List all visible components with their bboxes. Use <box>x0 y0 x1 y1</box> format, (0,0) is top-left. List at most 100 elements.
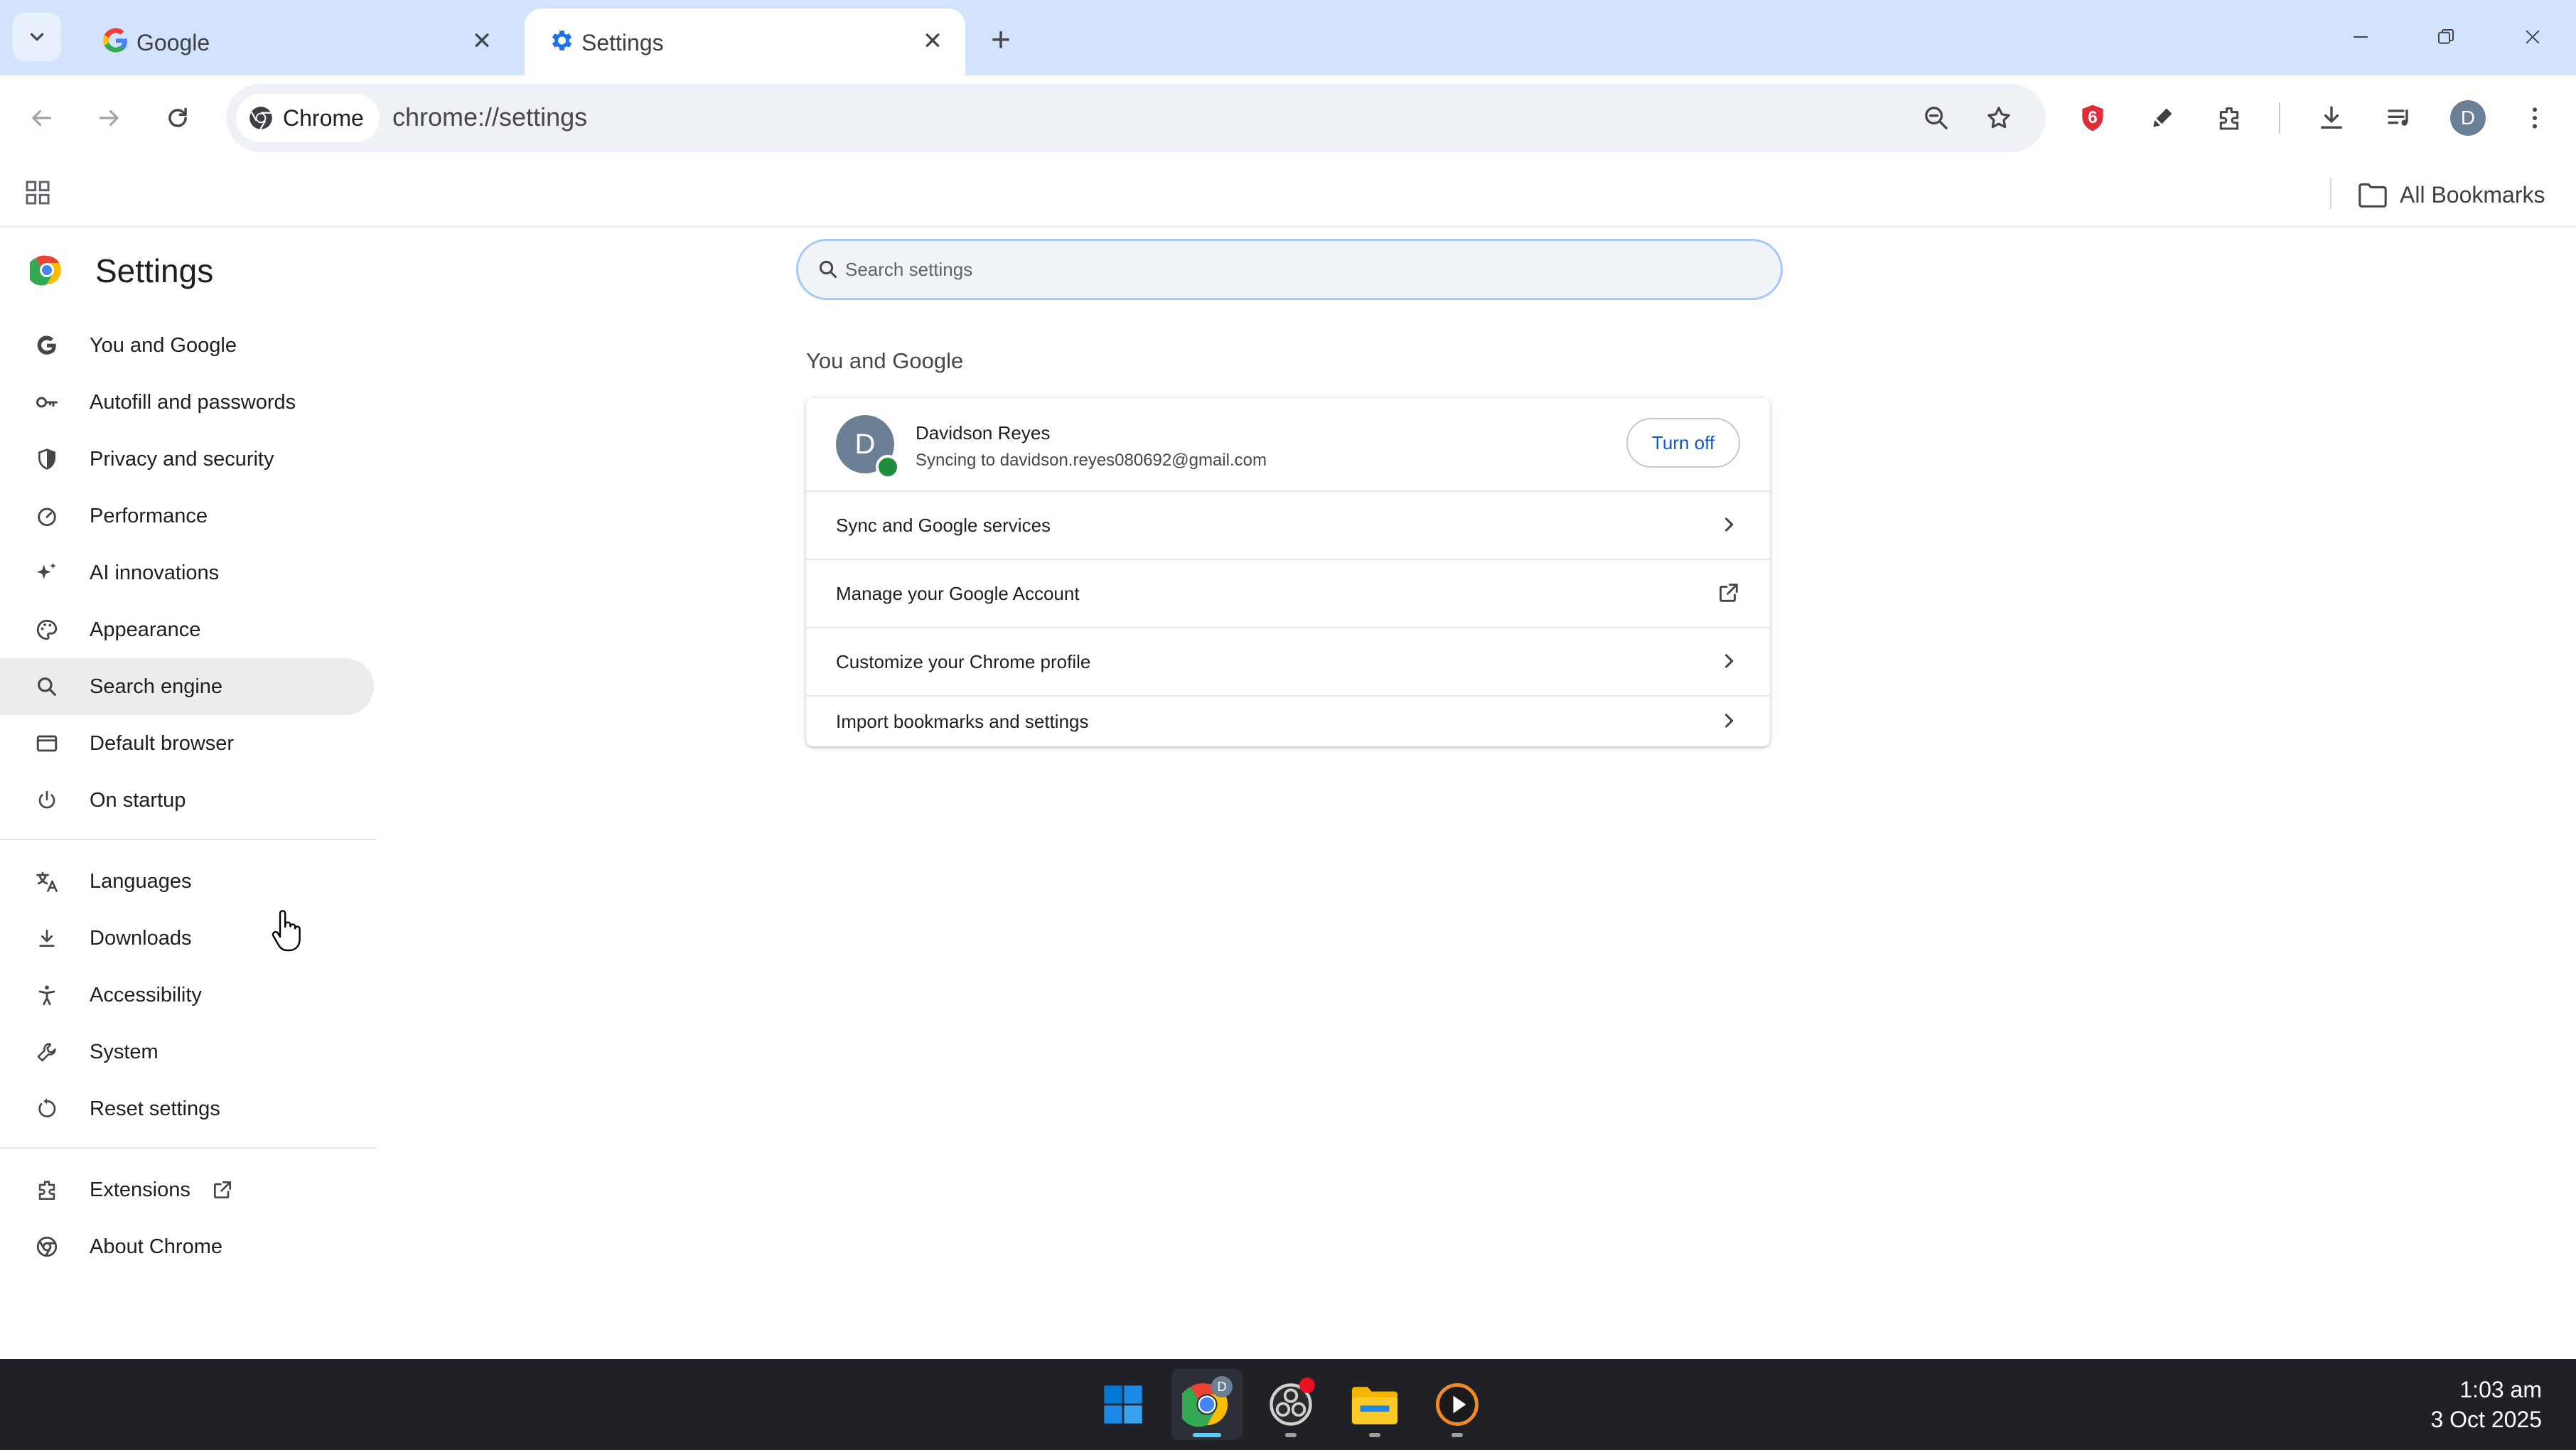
sidebar-item-label: Reset settings <box>90 1097 220 1120</box>
bookmarks-divider <box>2330 178 2331 209</box>
address-bar[interactable]: Chrome chrome://settings <box>226 84 2046 152</box>
row-label: Manage your Google Account <box>836 583 1080 604</box>
open-in-new-icon <box>1714 579 1743 607</box>
extension-pin-button[interactable] <box>2141 97 2184 139</box>
back-button[interactable] <box>18 95 64 141</box>
google-g-icon <box>101 26 131 55</box>
minimize-icon <box>2354 36 2368 38</box>
speedometer-icon <box>33 502 61 530</box>
all-bookmarks-button[interactable]: All Bookmarks <box>2357 175 2545 215</box>
toolbar: Chrome chrome://settings 6 D <box>0 75 2576 162</box>
taskbar-media-player[interactable] <box>1422 1369 1493 1440</box>
sidebar-item-about-chrome[interactable]: About Chrome <box>0 1218 384 1275</box>
profile-button[interactable]: D <box>2447 97 2489 139</box>
sidebar-item-default-browser[interactable]: Default browser <box>0 715 384 772</box>
downloads-button[interactable] <box>2310 97 2353 139</box>
tab-google[interactable]: Google ✕ <box>80 9 515 75</box>
menu-button[interactable] <box>2513 97 2556 139</box>
settings-page: Settings You and Google Autofill and pas… <box>0 227 2576 1359</box>
tab-search-button[interactable] <box>13 13 61 61</box>
sidebar-item-extensions[interactable]: Extensions <box>0 1161 384 1218</box>
sidebar-item-performance[interactable]: Performance <box>0 488 384 544</box>
more-vert-icon <box>2533 107 2537 129</box>
close-icon[interactable]: ✕ <box>916 24 950 58</box>
palette-icon <box>33 616 61 644</box>
toolbar-divider <box>2279 102 2280 134</box>
new-tab-button[interactable]: + <box>981 20 1021 60</box>
sync-status-icon <box>876 455 900 479</box>
google-g-icon <box>33 331 61 360</box>
media-controls-button[interactable] <box>2378 97 2421 139</box>
sidebar-item-search-engine[interactable]: Search engine <box>0 658 374 715</box>
sidebar-item-ai-innovations[interactable]: AI innovations <box>0 544 384 601</box>
wrench-icon <box>33 1038 61 1066</box>
sidebar-item-on-startup[interactable]: On startup <box>0 772 384 829</box>
sidebar-item-label: AI innovations <box>90 561 220 584</box>
reload-button[interactable] <box>155 95 200 141</box>
sidebar-item-appearance[interactable]: Appearance <box>0 601 384 658</box>
sidebar-item-you-and-google[interactable]: You and Google <box>0 317 384 374</box>
chrome-icon <box>249 107 272 130</box>
translate-icon <box>33 867 61 896</box>
site-info-chip[interactable]: Chrome <box>236 94 380 142</box>
folder-icon <box>2358 183 2387 208</box>
minimize-button[interactable] <box>2336 16 2386 58</box>
taskbar-chrome[interactable]: D <box>1171 1369 1243 1440</box>
extensions-button[interactable] <box>2208 97 2250 139</box>
settings-search[interactable] <box>796 239 1783 300</box>
key-icon <box>33 388 61 417</box>
sidebar-item-label: Appearance <box>90 618 201 641</box>
row-customize-profile[interactable]: Customize your Chrome profile <box>806 627 1770 695</box>
sync-status-text: Syncing to davidson.reyes080692@gmail.co… <box>916 451 1267 470</box>
accessibility-icon <box>33 981 61 1009</box>
sidebar-item-autofill[interactable]: Autofill and passwords <box>0 374 384 431</box>
sidebar-item-label: Default browser <box>90 731 235 755</box>
taskbar-obs[interactable] <box>1255 1369 1326 1440</box>
sidebar-item-accessibility[interactable]: Accessibility <box>0 967 384 1024</box>
windows-start-icon <box>1104 1385 1142 1424</box>
url-text[interactable]: chrome://settings <box>392 102 587 132</box>
tab-title: Settings <box>581 30 664 55</box>
close-window-button[interactable] <box>2508 16 2558 58</box>
apps-grid-icon[interactable] <box>20 175 55 210</box>
sidebar-divider <box>0 1137 384 1161</box>
hand-cursor-icon <box>272 910 301 952</box>
sidebar-item-label: Accessibility <box>90 983 202 1006</box>
running-indicator <box>1451 1433 1463 1437</box>
start-button[interactable] <box>1088 1369 1159 1440</box>
turn-off-sync-button[interactable]: Turn off <box>1626 418 1740 468</box>
row-import-bookmarks[interactable]: Import bookmarks and settings <box>806 695 1770 746</box>
row-sync-services[interactable]: Sync and Google services <box>806 490 1770 559</box>
sidebar-item-downloads[interactable]: Downloads <box>0 910 384 967</box>
taskbar-file-explorer[interactable] <box>1339 1369 1410 1440</box>
download-icon <box>2321 106 2342 129</box>
restore-icon <box>2438 29 2454 44</box>
tab-strip: Google ✕ Settings ✕ + <box>0 0 2576 75</box>
account-name: Davidson Reyes <box>916 422 1051 444</box>
recording-dot <box>1299 1378 1315 1393</box>
sidebar-item-privacy[interactable]: Privacy and security <box>0 431 384 488</box>
extension-adblock-button[interactable]: 6 <box>2071 97 2114 139</box>
zoom-button[interactable] <box>1915 97 1958 139</box>
tab-title: Google <box>136 30 210 55</box>
chevron-right-icon <box>1714 510 1743 539</box>
playlist-icon <box>2388 109 2408 126</box>
close-icon[interactable]: ✕ <box>465 24 499 58</box>
file-explorer-icon <box>1351 1387 1398 1424</box>
sidebar-item-reset-settings[interactable]: Reset settings <box>0 1080 384 1137</box>
forward-button[interactable] <box>87 95 132 141</box>
restore-button[interactable] <box>2421 16 2471 58</box>
bookmark-star-button[interactable] <box>1977 97 2020 139</box>
tab-settings[interactable]: Settings ✕ <box>525 9 965 75</box>
all-bookmarks-label: All Bookmarks <box>2400 181 2545 208</box>
system-clock[interactable]: 1:03 am 3 Oct 2025 <box>2430 1375 2542 1434</box>
chrome-icon <box>33 1232 61 1261</box>
sidebar-item-system[interactable]: System <box>0 1024 384 1080</box>
search-input[interactable] <box>845 251 1755 288</box>
sidebar-item-languages[interactable]: Languages <box>0 853 384 910</box>
search-icon <box>33 672 61 701</box>
sidebar-item-label: System <box>90 1040 159 1063</box>
sidebar-item-label: About Chrome <box>90 1235 222 1258</box>
row-manage-account[interactable]: Manage your Google Account <box>806 559 1770 627</box>
sidebar-divider <box>0 829 384 853</box>
